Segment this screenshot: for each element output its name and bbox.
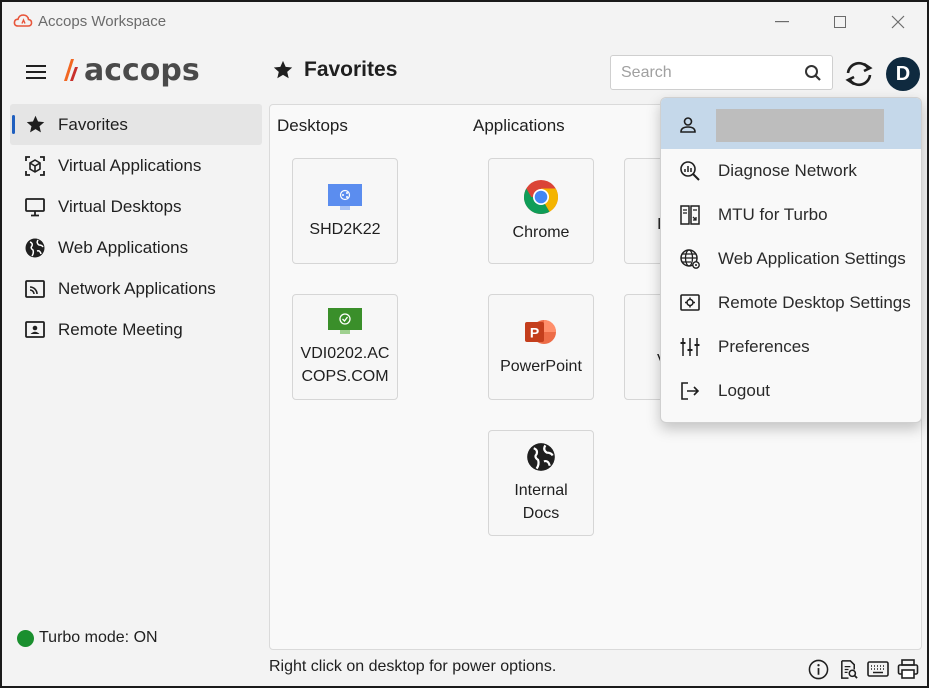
- sidebar-item-label: Web Applications: [58, 237, 189, 257]
- keyboard-icon[interactable]: [867, 658, 889, 680]
- cast-icon: [24, 278, 46, 300]
- globe-icon: [24, 237, 46, 259]
- menu-item-label: MTU for Turbo: [718, 205, 828, 224]
- app-tile-chrome[interactable]: Chrome: [488, 158, 594, 264]
- menu-item-label: Logout: [718, 381, 770, 400]
- user-menu: Diagnose Network MTU for Turbo Web Appli…: [660, 97, 922, 423]
- user-icon: [679, 116, 697, 139]
- info-icon[interactable]: [807, 658, 829, 680]
- power-options-hint: Right click on desktop for power options…: [269, 658, 557, 675]
- accops-logo-mark-icon: [64, 59, 78, 81]
- sidebar-item-favorites[interactable]: Favorites: [10, 104, 262, 145]
- logo-text: accops: [84, 52, 200, 88]
- menu-item-label: Remote Desktop Settings: [718, 293, 911, 312]
- search-input[interactable]: [621, 62, 791, 84]
- sidebar-item-label: Virtual Applications: [58, 155, 202, 175]
- cube-icon: [24, 155, 46, 177]
- star-icon: [273, 60, 293, 79]
- page-title-text: Favorites: [304, 58, 398, 81]
- shared-desktop-icon: [327, 182, 363, 212]
- sidebar-item-label: Remote Meeting: [58, 319, 183, 339]
- menu-item-preferences[interactable]: Preferences: [661, 325, 921, 369]
- close-button[interactable]: [878, 8, 918, 36]
- window-title: Accops Workspace: [38, 13, 167, 30]
- sidebar-item-virtual-desktops[interactable]: Virtual Desktops: [10, 186, 262, 227]
- sidebar-item-label: Favorites: [58, 114, 128, 134]
- sidebar-item-label: Virtual Desktops: [58, 196, 182, 216]
- vdi-desktop-icon: [327, 306, 363, 336]
- desktop-settings-icon: [679, 292, 701, 314]
- footer-toolbar: [807, 658, 919, 680]
- minimize-button[interactable]: [762, 8, 802, 36]
- turbo-status-text: Turbo mode: ON: [39, 629, 158, 646]
- accops-logo: accops: [62, 52, 200, 88]
- star-icon: [24, 114, 46, 136]
- powerpoint-icon: P: [524, 317, 558, 349]
- search-icon[interactable]: [804, 64, 822, 87]
- chrome-icon: [523, 179, 559, 215]
- app-tile-label: Internal Docs: [514, 482, 568, 522]
- app-tile-internal-docs[interactable]: Internal Docs: [488, 430, 594, 536]
- accops-cloud-icon: [13, 11, 33, 31]
- maximize-button[interactable]: [820, 8, 860, 36]
- title-bar: Accops Workspace: [2, 2, 927, 42]
- turbo-status-dot: [17, 629, 34, 647]
- sliders-icon: [679, 336, 701, 358]
- desktop-tile-label: SHD2K22: [309, 220, 381, 238]
- svg-text:P: P: [530, 324, 539, 340]
- search-box[interactable]: [610, 55, 833, 90]
- desktop-tile[interactable]: VDI0202.AC COPS.COM: [292, 294, 398, 400]
- menu-item-logout[interactable]: Logout: [661, 369, 921, 413]
- user-avatar[interactable]: D: [886, 57, 920, 91]
- refresh-icon[interactable]: [842, 59, 876, 89]
- diagnose-icon: [679, 160, 701, 182]
- app-tile-powerpoint[interactable]: P PowerPoint: [488, 294, 594, 400]
- user-menu-header: [661, 98, 921, 149]
- sidebar-item-remote-meeting[interactable]: Remote Meeting: [10, 309, 262, 350]
- menu-item-label: Preferences: [718, 337, 810, 356]
- menu-item-mtu-for-turbo[interactable]: MTU for Turbo: [661, 193, 921, 237]
- logs-icon[interactable]: [837, 658, 859, 680]
- applications-heading: Applications: [473, 116, 565, 135]
- logout-icon: [679, 380, 701, 402]
- monitor-icon: [24, 196, 46, 218]
- menu-item-web-application-settings[interactable]: Web Application Settings: [661, 237, 921, 281]
- desktops-heading: Desktops: [277, 116, 348, 135]
- globe-icon: [525, 441, 557, 473]
- mtu-icon: [679, 204, 701, 226]
- turbo-status: Turbo mode: ON: [17, 629, 158, 647]
- sidebar: Favorites Virtual Applications Virtual D…: [10, 104, 262, 350]
- printer-icon[interactable]: [897, 658, 919, 680]
- sidebar-item-virtual-applications[interactable]: Virtual Applications: [10, 145, 262, 186]
- app-tile-label: Chrome: [512, 223, 570, 241]
- menu-item-remote-desktop-settings[interactable]: Remote Desktop Settings: [661, 281, 921, 325]
- menu-item-diagnose-network[interactable]: Diagnose Network: [661, 149, 921, 193]
- desktop-tile-label: VDI0202.AC COPS.COM: [300, 345, 390, 385]
- user-name-redacted: [716, 109, 884, 142]
- sidebar-item-label: Network Applications: [58, 278, 216, 298]
- web-settings-icon: [679, 248, 701, 270]
- menu-item-label: Web Application Settings: [718, 249, 906, 268]
- presentation-icon: [24, 319, 46, 341]
- sidebar-item-network-applications[interactable]: Network Applications: [10, 268, 262, 309]
- menu-item-label: Diagnose Network: [718, 161, 857, 180]
- page-title: Favorites: [272, 58, 397, 82]
- desktop-tile[interactable]: SHD2K22: [292, 158, 398, 264]
- sidebar-item-web-applications[interactable]: Web Applications: [10, 227, 262, 268]
- menu-hamburger-icon[interactable]: [26, 63, 48, 81]
- app-tile-label: PowerPoint: [500, 357, 582, 375]
- app-window: Accops Workspace accops Favorites Search…: [0, 0, 929, 688]
